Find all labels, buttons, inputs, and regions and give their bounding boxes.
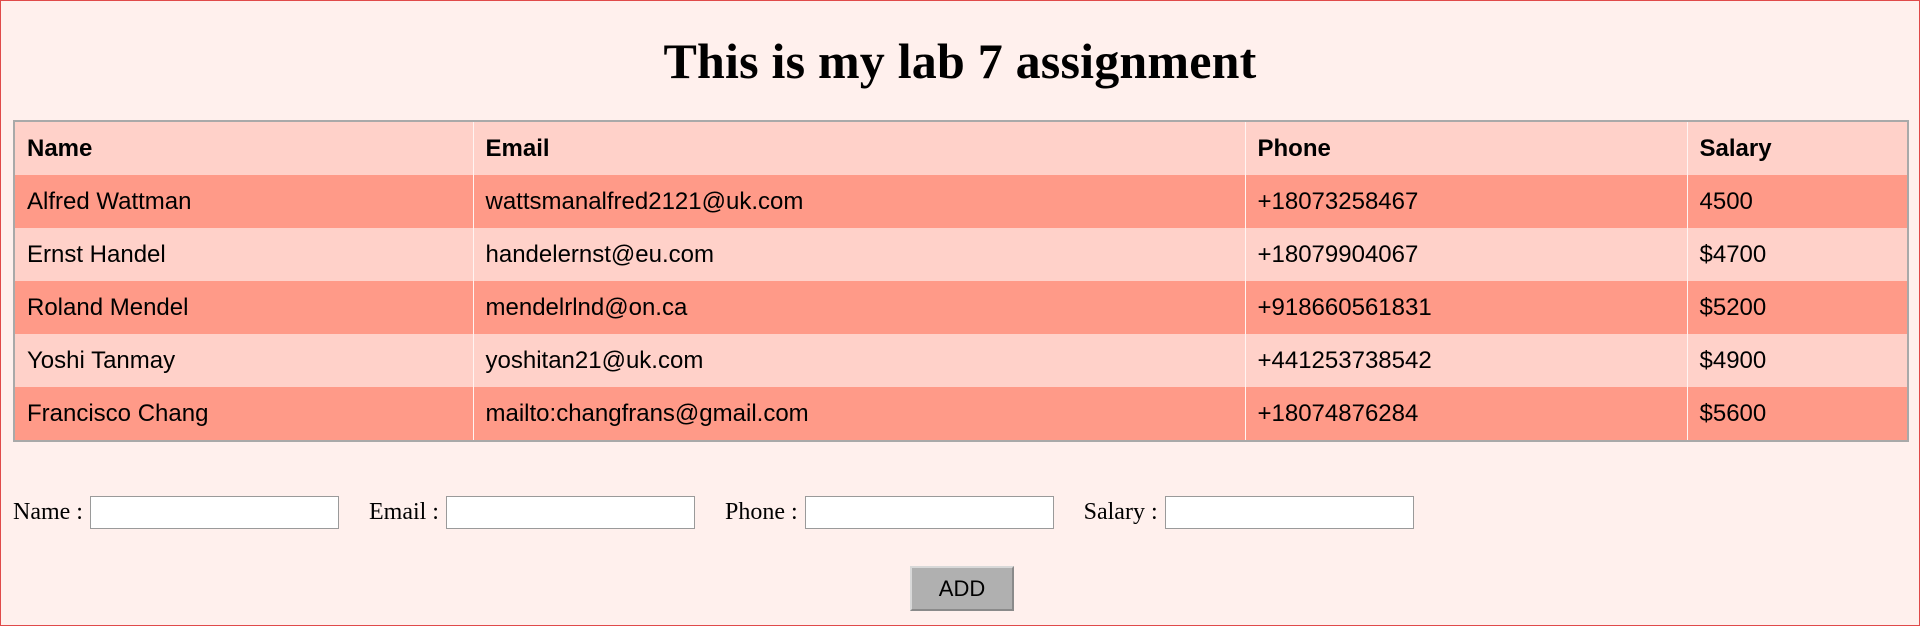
email-field-group: Email : [369,496,695,529]
table-row: Francisco Chang mailto:changfrans@gmail.… [15,387,1907,440]
column-header-name: Name [27,134,93,162]
cell-phone: +18073258467 [1244,175,1687,228]
cell-salary: $4700 [1686,228,1907,281]
table-row: Yoshi Tanmay yoshitan21@uk.com +44125373… [15,334,1907,387]
cell-salary: $5600 [1686,387,1907,440]
cell-salary: $4900 [1686,334,1907,387]
add-employee-form: Name : Email : Phone : Salary : [13,496,1444,529]
email-input[interactable] [445,496,695,529]
cell-salary: 4500 [1686,175,1907,228]
cell-phone: +918660561831 [1244,281,1687,334]
employee-table: Name Email Phone Salary Alfred Wattman w… [15,122,1907,440]
phone-label: Phone : [724,499,798,525]
cell-name: Alfred Wattman [27,187,192,215]
cell-name: Ernst Handel [27,240,166,268]
column-header-phone: Phone [1244,122,1687,175]
cell-name: Francisco Chang [27,399,209,427]
cell-email: handelernst@eu.com [472,228,1245,281]
cell-phone: +441253738542 [1244,334,1687,387]
column-header-salary: Salary [1686,122,1907,175]
cell-name: Yoshi Tanmay [27,346,176,374]
cell-name: Roland Mendel [27,293,189,321]
name-field-group: Name : [13,496,339,529]
cell-phone: +18079904067 [1244,228,1687,281]
phone-field-group: Phone : [725,496,1054,529]
salary-field-group: Salary : [1084,496,1414,529]
cell-email: mendelrlnd@on.ca [472,281,1245,334]
add-button[interactable]: ADD [910,566,1014,611]
salary-input[interactable] [1164,496,1414,529]
page-title: This is my lab 7 assignment [663,33,1257,89]
table-row: Ernst Handel handelernst@eu.com +1807990… [15,228,1907,281]
employee-table-container: Name Email Phone Salary Alfred Wattman w… [13,120,1909,442]
cell-phone: +18074876284 [1244,387,1687,440]
name-label: Name : [13,499,83,525]
table-row: Alfred Wattman wattsmanalfred2121@uk.com… [15,175,1907,228]
cell-email: mailto:changfrans@gmail.com [472,387,1245,440]
salary-label: Salary : [1083,499,1158,525]
column-header-email: Email [472,122,1245,175]
cell-email: wattsmanalfred2121@uk.com [472,175,1245,228]
cell-email: yoshitan21@uk.com [472,334,1245,387]
email-label: Email : [368,499,439,525]
phone-input[interactable] [804,496,1054,529]
name-input[interactable] [89,496,339,529]
table-header-row: Name Email Phone Salary [15,122,1907,175]
table-row: Roland Mendel mendelrlnd@on.ca +91866056… [15,281,1907,334]
cell-salary: $5200 [1686,281,1907,334]
